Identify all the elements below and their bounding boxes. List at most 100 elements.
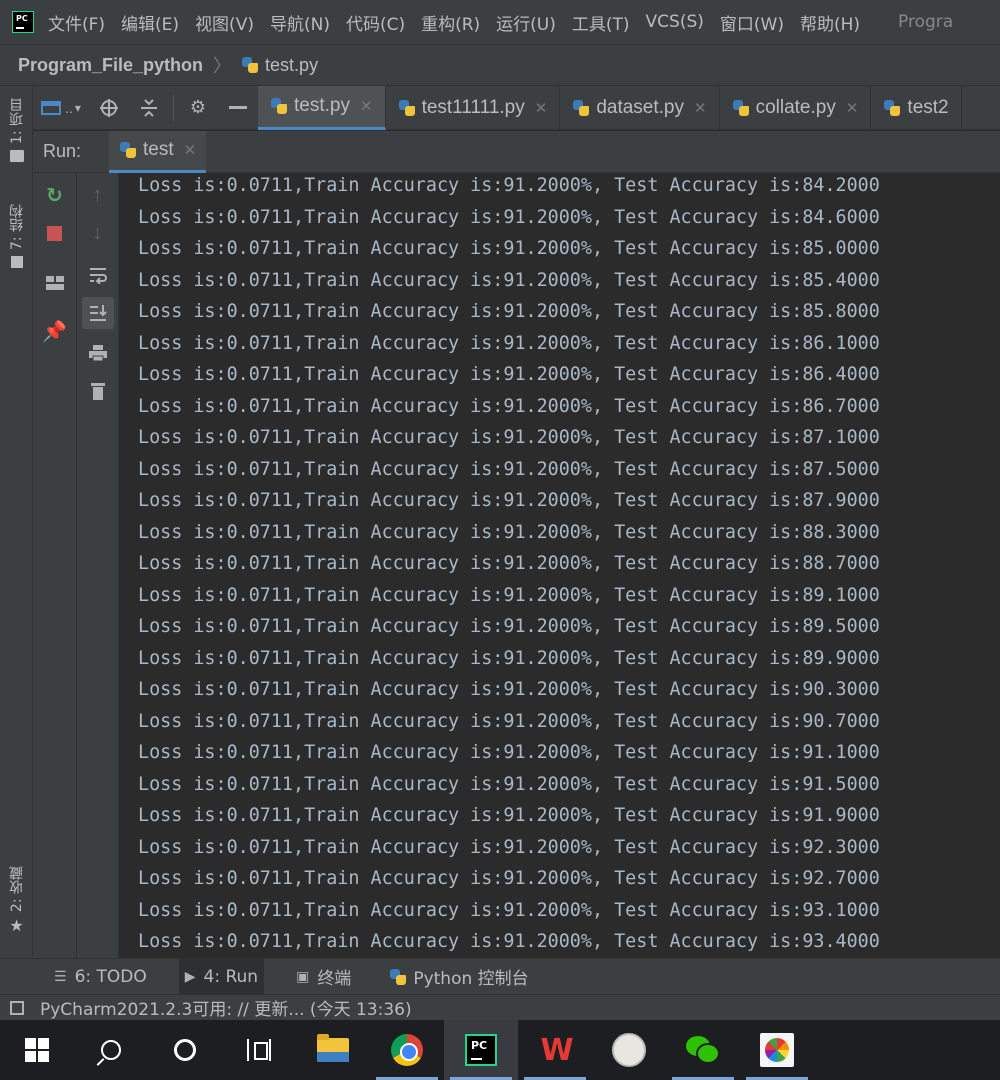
console-line: Loss is:0.0711,Train Accuracy is:91.2000… xyxy=(138,427,880,448)
breadcrumb-separator-icon: 〉 xyxy=(213,56,232,76)
wps-button[interactable]: W xyxy=(518,1020,592,1080)
pinwheel-app-button[interactable] xyxy=(740,1020,814,1080)
tab-label: test11111.py xyxy=(421,96,525,118)
up-button[interactable]: ↑ xyxy=(77,179,118,211)
rerun-button[interactable]: ↻ xyxy=(33,179,76,211)
tab-dataset-py[interactable]: dataset.py ✕ xyxy=(560,85,720,130)
run-label: Run: xyxy=(43,141,82,161)
tab-test2[interactable]: test2 xyxy=(871,85,962,130)
project-tool-tab[interactable]: 1: 项目 xyxy=(0,98,33,163)
gear-icon: ⚙ xyxy=(189,97,207,117)
chrome-button[interactable] xyxy=(370,1020,444,1080)
hide-button[interactable] xyxy=(218,86,258,130)
pycharm-logo-icon[interactable]: PC xyxy=(12,11,34,33)
windows-taskbar: PC W xyxy=(0,1020,1000,1080)
avatar-app-icon xyxy=(612,1033,646,1067)
run-toolbar-primary: ↻ 📌 xyxy=(33,173,77,958)
menu-view[interactable]: 视图(V) xyxy=(195,10,254,35)
cortana-icon xyxy=(174,1039,196,1061)
tab-test11111-py[interactable]: test11111.py ✕ xyxy=(386,85,561,130)
console-line: Loss is:0.0711,Train Accuracy is:91.2000… xyxy=(138,931,880,952)
tab-collate-py[interactable]: collate.py ✕ xyxy=(720,85,872,130)
menu-refactor[interactable]: 重构(R) xyxy=(421,10,480,35)
run-config-tab[interactable]: test ✕ xyxy=(109,130,207,173)
menu-tools[interactable]: 工具(T) xyxy=(572,10,630,35)
editor-tab-bar: .. ▾ ⚙ test.py ✕ test11111.py ✕ dataset.… xyxy=(33,85,1000,130)
close-icon[interactable]: ✕ xyxy=(846,99,859,117)
pin-tab-button[interactable]: 📌 xyxy=(33,315,76,347)
file-explorer-button[interactable] xyxy=(296,1020,370,1080)
cortana-button[interactable] xyxy=(148,1020,222,1080)
tab-run-label: 4: Run xyxy=(203,966,259,987)
arrow-up-icon: ↑ xyxy=(92,183,103,206)
locate-target-button[interactable] xyxy=(89,86,129,130)
run-tool-header: Run: test ✕ xyxy=(33,130,1000,173)
down-button[interactable]: ↓ xyxy=(77,217,118,249)
toggle-tool-windows-icon[interactable] xyxy=(10,1000,24,1015)
clear-all-button[interactable] xyxy=(77,375,118,407)
favorites-tool-tab[interactable]: 2: 收藏 ★ xyxy=(0,866,33,936)
menu-window[interactable]: 窗口(W) xyxy=(720,10,784,35)
tab-test-py[interactable]: test.py ✕ xyxy=(258,85,386,130)
menu-help[interactable]: 帮助(H) xyxy=(800,10,860,35)
status-message[interactable]: PyCharm2021.2.3可用: // 更新... (今天 13:36) xyxy=(40,995,412,1020)
avatar-app-button[interactable] xyxy=(592,1020,666,1080)
settings-button[interactable]: ⚙ xyxy=(178,86,218,130)
run-console[interactable]: Loss is:0.0711,Train Accuracy is:91.2000… xyxy=(119,173,1000,958)
menu-code[interactable]: 代码(C) xyxy=(346,10,405,35)
task-view-button[interactable] xyxy=(222,1020,296,1080)
menu-navigate[interactable]: 导航(N) xyxy=(270,10,330,35)
window-icon xyxy=(41,100,62,115)
tab-todo[interactable]: ☰ 6: TODO xyxy=(48,959,153,995)
close-icon[interactable]: ✕ xyxy=(184,141,197,159)
tab-run[interactable]: ▶ 4: Run xyxy=(178,958,265,995)
console-line: Loss is:0.0711,Train Accuracy is:91.2000… xyxy=(138,868,880,889)
python-file-icon xyxy=(241,56,259,74)
console-line: Loss is:0.0711,Train Accuracy is:91.2000… xyxy=(138,364,880,385)
menu-file[interactable]: 文件(F) xyxy=(48,10,105,35)
wrap-icon xyxy=(89,268,107,284)
breadcrumb-project[interactable]: Program_File_python xyxy=(18,55,203,76)
stop-button[interactable] xyxy=(33,217,76,249)
play-icon: ▶ xyxy=(184,968,196,985)
start-button[interactable] xyxy=(0,1020,74,1080)
console-line: Loss is:0.0711,Train Accuracy is:91.2000… xyxy=(138,616,880,637)
crosshair-icon xyxy=(100,98,118,117)
tab-label: test2 xyxy=(907,96,949,118)
soft-wrap-button[interactable] xyxy=(77,259,118,291)
wechat-button[interactable] xyxy=(666,1020,740,1080)
search-button[interactable] xyxy=(74,1020,148,1080)
windows-logo-icon xyxy=(25,1038,49,1062)
tab-python-console-label: Python 控制台 xyxy=(413,969,529,989)
console-line: Loss is:0.0711,Train Accuracy is:91.2000… xyxy=(138,679,880,700)
console-line: Loss is:0.0711,Train Accuracy is:91.2000… xyxy=(138,742,880,763)
tab-terminal[interactable]: ▣ 终端 xyxy=(290,959,357,995)
pycharm-taskbar-button[interactable]: PC xyxy=(444,1020,518,1080)
tab-python-console[interactable]: Python 控制台 xyxy=(383,959,534,995)
tab-terminal-label: 终端 xyxy=(317,969,352,989)
console-line: Loss is:0.0711,Train Accuracy is:91.2000… xyxy=(138,301,880,322)
chrome-icon xyxy=(391,1034,423,1066)
close-icon[interactable]: ✕ xyxy=(694,99,707,117)
project-view-dropdown[interactable]: .. ▾ xyxy=(33,86,89,130)
layout-icon xyxy=(45,276,64,290)
trash-icon xyxy=(90,383,105,400)
console-line: Loss is:0.0711,Train Accuracy is:91.2000… xyxy=(138,647,880,669)
rerun-icon: ↻ xyxy=(46,184,63,207)
structure-tool-tab[interactable]: 7: 结构 xyxy=(0,204,33,269)
menu-edit[interactable]: 编辑(E) xyxy=(121,10,179,35)
tab-label: dataset.py xyxy=(596,96,684,118)
close-icon[interactable]: ✕ xyxy=(535,99,548,117)
collapse-all-button[interactable] xyxy=(129,86,169,130)
print-button[interactable] xyxy=(77,337,118,369)
menu-run[interactable]: 运行(U) xyxy=(496,10,556,35)
console-line: Loss is:0.0711,Train Accuracy is:91.2000… xyxy=(138,206,880,228)
folder-icon xyxy=(9,150,24,163)
console-line: Loss is:0.0711,Train Accuracy is:91.2000… xyxy=(138,805,880,826)
menu-vcs[interactable]: VCS(S) xyxy=(646,12,704,32)
close-icon[interactable]: ✕ xyxy=(360,97,373,115)
restore-layout-button[interactable] xyxy=(33,267,76,299)
breadcrumb-file[interactable]: test.py xyxy=(241,55,318,76)
breadcrumb-file-label: test.py xyxy=(265,54,319,75)
scroll-to-end-button[interactable] xyxy=(82,297,114,329)
